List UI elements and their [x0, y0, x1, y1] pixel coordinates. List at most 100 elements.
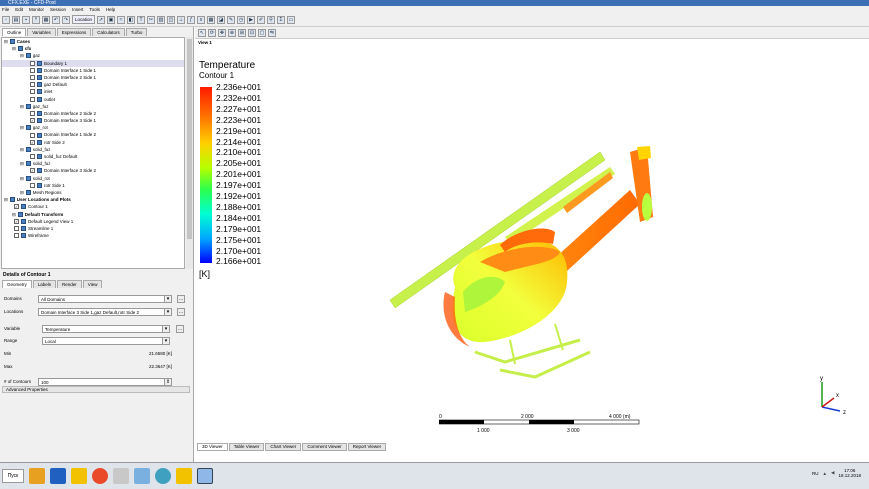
macro-icon[interactable]: ▭	[287, 15, 296, 24]
visibility-checkbox[interactable]	[30, 154, 35, 160]
advanced-properties-header[interactable]: Advanced Properties	[2, 386, 190, 393]
tree-row[interactable]: ⊟ Mesh Regions	[2, 189, 184, 196]
chrome-icon[interactable]	[92, 468, 108, 484]
ansys-icon[interactable]	[71, 468, 87, 484]
expand-icon[interactable]: ⊟	[20, 52, 24, 59]
visibility-checkbox[interactable]	[30, 96, 35, 102]
expand-icon[interactable]: ⊟	[4, 38, 8, 45]
ansys-cfx-icon[interactable]	[176, 468, 192, 484]
viewport-layout-icon[interactable]: ▢	[258, 28, 266, 37]
range-select[interactable]: Local	[42, 337, 170, 345]
tree-row[interactable]: ✓ Domain Interface 3 Side 2	[2, 167, 184, 174]
tree-row[interactable]: Domain Interface 1 Side 2	[2, 131, 184, 138]
rotate-icon[interactable]: ⟳	[208, 28, 216, 37]
visibility-checkbox[interactable]	[30, 132, 35, 138]
expand-icon[interactable]: ⊟	[20, 146, 24, 153]
expand-icon[interactable]: ⊟	[12, 211, 16, 218]
menu-monitor[interactable]: Monitor	[29, 6, 44, 13]
zoom-box-icon[interactable]: ⊞	[238, 28, 246, 37]
locations-more-button[interactable]: …	[177, 308, 185, 316]
tab-3d-viewer[interactable]: 3D Viewer	[197, 443, 228, 451]
contours-input[interactable]: 100	[38, 378, 172, 386]
domains-dropdown-icon[interactable]: ▾	[164, 295, 172, 303]
zoom-icon[interactable]: ⊕	[228, 28, 236, 37]
visibility-checkbox[interactable]: ✓	[30, 139, 35, 145]
tab-render[interactable]: Render	[57, 280, 82, 288]
contour-icon[interactable]: ▣	[107, 15, 116, 24]
clock[interactable]: 17:06 18.12.2018	[838, 468, 861, 478]
expand-icon[interactable]: ⊟	[12, 45, 16, 52]
tree-row[interactable]: Domain Interface 2 Side 2	[2, 110, 184, 117]
tree-row[interactable]: ⊟ User Locations and Plots	[2, 196, 184, 203]
expand-icon[interactable]: ⊟	[20, 103, 24, 110]
tree-row[interactable]: ✓ rotr Side 2	[2, 139, 184, 146]
menu-help[interactable]: Help	[106, 6, 115, 13]
tree-row[interactable]: Streamline 1	[2, 225, 184, 232]
tab-variables[interactable]: Variables	[27, 28, 56, 36]
network-icon[interactable]: ▲	[823, 471, 827, 476]
tree-row[interactable]: outlet	[2, 96, 184, 103]
variable-select[interactable]: Temperature	[42, 325, 170, 333]
redo-icon[interactable]: ↷	[62, 15, 70, 24]
visibility-checkbox[interactable]	[30, 60, 35, 66]
visibility-checkbox[interactable]: ✓	[14, 204, 19, 210]
tab-table-viewer[interactable]: Table Viewer	[228, 443, 265, 451]
volume-icon[interactable]: ◀	[831, 470, 834, 476]
menu-edit[interactable]: Edit	[15, 6, 23, 13]
start-button[interactable]: Пуск	[2, 469, 24, 483]
vector-icon[interactable]: ➚	[97, 15, 106, 24]
tools-icon[interactable]	[113, 468, 129, 484]
workbench-icon[interactable]	[155, 468, 171, 484]
tree-row[interactable]: ⊟ solid_fuz	[2, 160, 184, 167]
volume-icon[interactable]: ◧	[127, 15, 136, 24]
tree-row[interactable]: Domain Interface 1 Side 1	[2, 67, 184, 74]
menu-insert[interactable]: Insert	[72, 6, 83, 13]
tree-row[interactable]: ⊟ gaz_rot	[2, 124, 184, 131]
tree-row[interactable]: ⊟ gaz_fuz	[2, 103, 184, 110]
tab-turbo[interactable]: Turbo	[125, 28, 148, 36]
variable-more-button[interactable]: …	[176, 325, 184, 333]
tree-row[interactable]: ⊟ solid_rot	[2, 175, 184, 182]
tab-geometry[interactable]: Geometry	[2, 280, 32, 288]
function-calc-icon[interactable]: Σ	[277, 15, 286, 24]
tab-chart-viewer[interactable]: Chart Viewer	[265, 443, 302, 451]
files-icon[interactable]	[134, 468, 150, 484]
tree-row[interactable]: rotr Side 1	[2, 182, 184, 189]
view-selector[interactable]: View 1	[198, 40, 212, 45]
explorer-icon[interactable]	[29, 468, 45, 484]
expand-icon[interactable]: ⊟	[20, 189, 24, 196]
tab-report-viewer[interactable]: Report Viewer	[347, 443, 387, 451]
menu-tools[interactable]: Tools	[89, 6, 100, 13]
visibility-checkbox[interactable]	[30, 89, 35, 95]
variable-icon[interactable]: x	[197, 15, 206, 24]
select-icon[interactable]: ↖	[198, 28, 206, 37]
visibility-checkbox[interactable]	[30, 75, 35, 81]
tree-row[interactable]: gaz Default	[2, 81, 184, 88]
tree-row[interactable]: Domain Interface 2 Side 1	[2, 74, 184, 81]
legend-icon[interactable]: ▥	[157, 15, 166, 24]
comment-icon[interactable]: ✎	[227, 15, 236, 24]
tree-row[interactable]: ⊟ solid_fuz	[2, 146, 184, 153]
tree-row[interactable]: inlet	[2, 88, 184, 95]
table-icon[interactable]: ▦	[207, 15, 216, 24]
tree-row[interactable]: solid_fuz Default	[2, 153, 184, 160]
timestep-icon[interactable]: ◷	[237, 15, 246, 24]
visibility-checkbox[interactable]: ✓	[30, 118, 35, 124]
expand-icon[interactable]: ⊟	[4, 196, 8, 203]
locations-select[interactable]: Domain Interface 3 Side 1,gaz Default,ro…	[38, 308, 172, 316]
tab-labels[interactable]: Labels	[32, 280, 57, 288]
menu-file[interactable]: File	[2, 6, 9, 13]
menu-session[interactable]: Session	[50, 6, 66, 13]
expand-icon[interactable]: ⊟	[20, 160, 24, 167]
visibility-checkbox[interactable]	[30, 182, 35, 188]
sync-icon[interactable]: ⇋	[268, 28, 276, 37]
tree-scroll-thumb[interactable]	[187, 39, 192, 239]
text-icon[interactable]: T	[137, 15, 146, 24]
chart-icon[interactable]: ◪	[217, 15, 226, 24]
cfd-post-icon[interactable]	[197, 468, 213, 484]
tree-row[interactable]: ⊟ Default Transform	[2, 211, 184, 218]
tree-row[interactable]: ⊟ cfx	[2, 45, 184, 52]
tab-view[interactable]: View	[82, 280, 103, 288]
save-icon[interactable]: ▪	[22, 15, 30, 24]
animation-icon[interactable]: ▶	[247, 15, 256, 24]
